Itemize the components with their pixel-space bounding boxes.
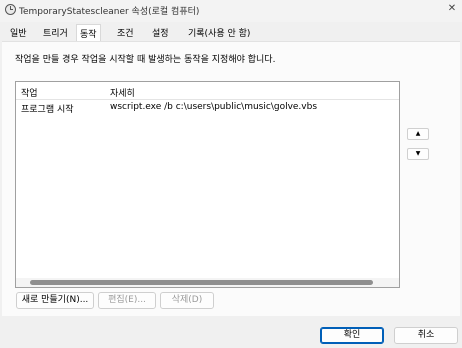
delete-action-button[interactable]: 삭제(D) bbox=[160, 292, 214, 309]
row-action-cell: 프로그램 시작 bbox=[21, 105, 74, 115]
tab-triggers[interactable]: 트리거 bbox=[43, 26, 68, 39]
cancel-button[interactable]: 취소 bbox=[394, 327, 458, 344]
arrow-up-icon: ▲ bbox=[415, 130, 421, 137]
new-action-button[interactable]: 새로 만들기(N)... bbox=[16, 292, 94, 309]
tab-general[interactable]: 일반 bbox=[10, 26, 27, 39]
actions-list[interactable]: 작업 자세히 프로그램 시작 wscript.exe /b c:\users\p… bbox=[15, 81, 400, 288]
tab-history[interactable]: 기록(사용 안 함) bbox=[188, 26, 250, 39]
close-button[interactable]: ✕ bbox=[444, 1, 460, 17]
task-scheduler-icon bbox=[5, 4, 16, 15]
row-details-cell: wscript.exe /b c:\users\public\music\gol… bbox=[110, 102, 318, 112]
tab-settings[interactable]: 설정 bbox=[152, 26, 169, 39]
window-title: TemporaryStatescleaner 속성(로컬 컴퓨터) bbox=[19, 7, 200, 17]
title-bar: TemporaryStatescleaner 속성(로컬 컴퓨터) ✕ bbox=[0, 0, 462, 22]
actions-description: 작업을 만들 경우 작업을 시작할 때 발생하는 동작을 지정해야 합니다. bbox=[15, 55, 276, 65]
scrollbar-thumb[interactable] bbox=[30, 280, 373, 285]
column-header-details[interactable]: 자세히 bbox=[110, 86, 135, 99]
column-header-action[interactable]: 작업 bbox=[21, 86, 38, 99]
header-divider bbox=[16, 99, 399, 100]
ok-button[interactable]: 확인 bbox=[320, 327, 384, 344]
horizontal-scrollbar[interactable] bbox=[16, 278, 399, 287]
arrow-down-icon: ▼ bbox=[415, 150, 421, 157]
tab-strip: 일반 트리거 동작 조건 설정 기록(사용 안 함) bbox=[0, 24, 462, 41]
edit-action-button[interactable]: 편집(E)... bbox=[98, 292, 156, 309]
move-down-button[interactable]: ▼ bbox=[407, 148, 429, 160]
tab-actions[interactable]: 동작 bbox=[76, 24, 101, 41]
tab-conditions[interactable]: 조건 bbox=[117, 26, 134, 39]
move-up-button[interactable]: ▲ bbox=[407, 128, 429, 140]
